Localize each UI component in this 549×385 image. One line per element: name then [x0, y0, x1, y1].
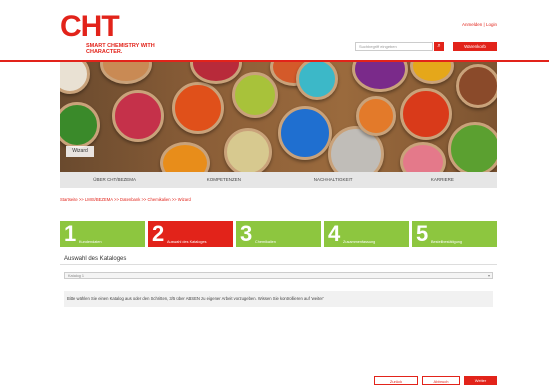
step-3[interactable]: 3 Chemikalien [236, 221, 321, 247]
catalogue-select-value: Katalog 1 [68, 274, 85, 278]
step-label: Kundendaten [79, 240, 102, 244]
step-5[interactable]: 5 Bestellbestätigung [412, 221, 497, 247]
step-number: 4 [328, 221, 341, 246]
step-number: 2 [152, 221, 165, 246]
search-icon: ⌕ [437, 43, 441, 49]
step-number: 1 [64, 221, 77, 246]
catalogue-select[interactable]: Katalog 1 ▾ [64, 272, 493, 279]
logo-text: CHT [60, 10, 120, 43]
header: CHT SMART CHEMISTRY WITH CHARACTER. Anme… [0, 0, 549, 62]
search-button[interactable]: ⌕ [434, 42, 444, 51]
info-message: Bitte wählen Sie einen Katalog aus oder … [64, 291, 493, 307]
breadcrumb[interactable]: Startseite >> LMIS/BEZEMA >> Datenbank >… [60, 197, 191, 202]
chevron-down-icon: ▾ [487, 273, 490, 278]
back-button[interactable]: Zurück [374, 376, 418, 385]
cht-logo[interactable]: CHT SMART CHEMISTRY WITH CHARACTER. [60, 10, 155, 58]
hero-banner-image [60, 62, 497, 172]
step-1[interactable]: 1 Kundendaten [60, 221, 145, 247]
step-4[interactable]: 4 Zusammenfassung [324, 221, 409, 247]
step-label: Bestellbestätigung [431, 240, 463, 244]
basket-label: Warenkorb [464, 44, 486, 49]
step-number: 3 [240, 221, 253, 246]
main-navigation: Über CHT/Bezema Kompetenzen Nachhaltigke… [60, 172, 497, 188]
login-link[interactable]: Anmelden | Login [462, 22, 497, 27]
nav-item-competences[interactable]: Kompetenzen [169, 172, 278, 188]
logo-tagline: SMART CHEMISTRY WITH CHARACTER. [86, 43, 155, 55]
nav-item-career[interactable]: Karriere [388, 172, 497, 188]
wizard-steps: 1 Kundendaten 2 Auswahl des Kataloges 3 … [60, 221, 497, 247]
search-input[interactable]: Suchbegriff eingeben [355, 42, 433, 51]
step-label: Chemikalien [255, 240, 276, 244]
nav-item-about[interactable]: Über CHT/Bezema [60, 172, 169, 188]
step-label: Zusammenfassung [343, 240, 376, 244]
next-button[interactable]: Weiter [464, 376, 497, 385]
catalogue-section-title: Auswahl des Kataloges [60, 253, 497, 265]
cancel-button[interactable]: Abbruch [422, 376, 460, 385]
step-number: 5 [416, 221, 429, 246]
basket-button[interactable]: Warenkorb [453, 42, 497, 51]
step-label: Auswahl des Kataloges [167, 240, 207, 244]
banner-label: Wizard [66, 146, 94, 157]
nav-item-sustainability[interactable]: Nachhaltigkeit [279, 172, 388, 188]
step-2-active[interactable]: 2 Auswahl des Kataloges [148, 221, 233, 247]
